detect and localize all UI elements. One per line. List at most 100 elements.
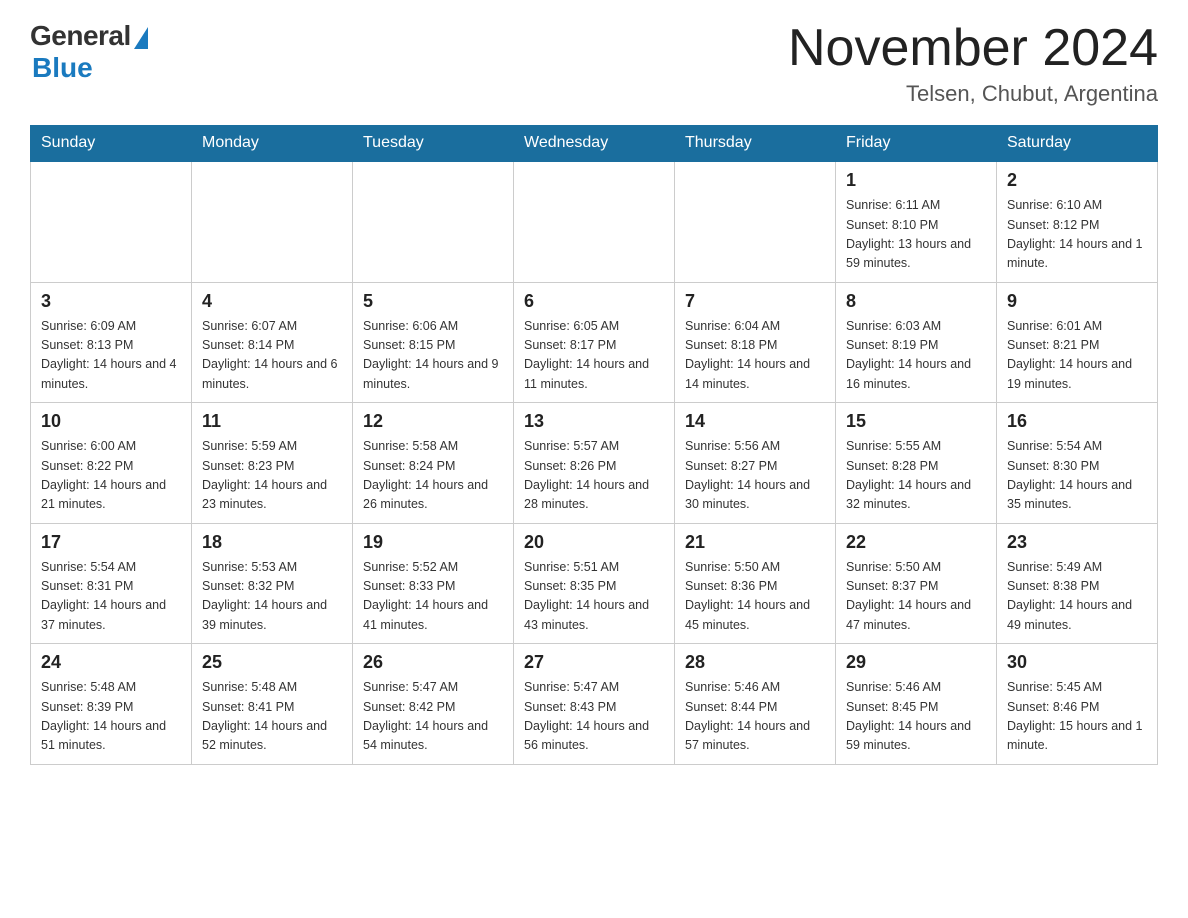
day-number: 21 xyxy=(685,532,825,553)
calendar-cell: 12 Sunrise: 5:58 AM Sunset: 8:24 PM Dayli… xyxy=(353,403,514,524)
day-info: Sunrise: 6:06 AM Sunset: 8:15 PM Dayligh… xyxy=(363,317,503,395)
weekday-header-saturday: Saturday xyxy=(997,126,1158,162)
weekday-header-friday: Friday xyxy=(836,126,997,162)
day-info: Sunrise: 6:09 AM Sunset: 8:13 PM Dayligh… xyxy=(41,317,181,395)
day-info: Sunrise: 6:03 AM Sunset: 8:19 PM Dayligh… xyxy=(846,317,986,395)
calendar-cell: 5Sunrise: 6:06 AM Sunset: 8:15 PM Daylig… xyxy=(353,282,514,403)
calendar-cell: 29 Sunrise: 5:46 AM Sunset: 8:45 PM Dayli… xyxy=(836,644,997,765)
calendar-cell: 9 Sunrise: 6:01 AM Sunset: 8:21 PM Daylig… xyxy=(997,282,1158,403)
day-info: Sunrise: 5:58 AM Sunset: 8:24 PM Dayligh… xyxy=(363,437,503,515)
logo: General Blue xyxy=(30,20,148,84)
day-info: Sunrise: 5:48 AM Sunset: 8:41 PM Dayligh… xyxy=(202,678,342,756)
calendar-cell: 23 Sunrise: 5:49 AM Sunset: 8:38 PM Dayli… xyxy=(997,523,1158,644)
calendar-cell: 11Sunrise: 5:59 AM Sunset: 8:23 PM Dayli… xyxy=(192,403,353,524)
day-number: 7 xyxy=(685,291,825,312)
calendar-cell: 16 Sunrise: 5:54 AM Sunset: 8:30 PM Dayli… xyxy=(997,403,1158,524)
calendar-cell: 26Sunrise: 5:47 AM Sunset: 8:42 PM Dayli… xyxy=(353,644,514,765)
day-number: 6 xyxy=(524,291,664,312)
day-number: 28 xyxy=(685,652,825,673)
calendar-cell: 1Sunrise: 6:11 AM Sunset: 8:10 PM Daylig… xyxy=(836,161,997,282)
day-number: 14 xyxy=(685,411,825,432)
day-number: 25 xyxy=(202,652,342,673)
day-info: Sunrise: 6:05 AM Sunset: 8:17 PM Dayligh… xyxy=(524,317,664,395)
calendar-cell: 7 Sunrise: 6:04 AM Sunset: 8:18 PM Daylig… xyxy=(675,282,836,403)
day-number: 12 xyxy=(363,411,503,432)
day-number: 22 xyxy=(846,532,986,553)
day-number: 17 xyxy=(41,532,181,553)
day-info: Sunrise: 6:07 AM Sunset: 8:14 PM Dayligh… xyxy=(202,317,342,395)
calendar-table: SundayMondayTuesdayWednesdayThursdayFrid… xyxy=(30,125,1158,765)
day-info: Sunrise: 5:47 AM Sunset: 8:42 PM Dayligh… xyxy=(363,678,503,756)
day-info: Sunrise: 5:45 AM Sunset: 8:46 PM Dayligh… xyxy=(1007,678,1147,756)
week-row-5: 24 Sunrise: 5:48 AM Sunset: 8:39 PM Dayli… xyxy=(31,644,1158,765)
calendar-cell: 19 Sunrise: 5:52 AM Sunset: 8:33 PM Dayli… xyxy=(353,523,514,644)
day-info: Sunrise: 5:53 AM Sunset: 8:32 PM Dayligh… xyxy=(202,558,342,636)
week-row-2: 3 Sunrise: 6:09 AM Sunset: 8:13 PM Daylig… xyxy=(31,282,1158,403)
day-number: 2 xyxy=(1007,170,1147,191)
day-info: Sunrise: 5:54 AM Sunset: 8:30 PM Dayligh… xyxy=(1007,437,1147,515)
day-number: 19 xyxy=(363,532,503,553)
weekday-header-monday: Monday xyxy=(192,126,353,162)
day-number: 18 xyxy=(202,532,342,553)
day-info: Sunrise: 5:52 AM Sunset: 8:33 PM Dayligh… xyxy=(363,558,503,636)
weekday-header-row: SundayMondayTuesdayWednesdayThursdayFrid… xyxy=(31,126,1158,162)
day-number: 24 xyxy=(41,652,181,673)
calendar-cell: 13 Sunrise: 5:57 AM Sunset: 8:26 PM Dayli… xyxy=(514,403,675,524)
calendar-cell: 20 Sunrise: 5:51 AM Sunset: 8:35 PM Dayli… xyxy=(514,523,675,644)
day-info: Sunrise: 5:57 AM Sunset: 8:26 PM Dayligh… xyxy=(524,437,664,515)
day-number: 30 xyxy=(1007,652,1147,673)
page-header: General Blue November 2024 Telsen, Chubu… xyxy=(30,20,1158,107)
day-info: Sunrise: 5:50 AM Sunset: 8:37 PM Dayligh… xyxy=(846,558,986,636)
day-number: 29 xyxy=(846,652,986,673)
day-number: 20 xyxy=(524,532,664,553)
calendar-cell xyxy=(31,161,192,282)
calendar-cell: 2Sunrise: 6:10 AM Sunset: 8:12 PM Daylig… xyxy=(997,161,1158,282)
weekday-header-thursday: Thursday xyxy=(675,126,836,162)
logo-triangle-icon xyxy=(134,27,148,49)
day-info: Sunrise: 5:46 AM Sunset: 8:44 PM Dayligh… xyxy=(685,678,825,756)
calendar-cell: 21Sunrise: 5:50 AM Sunset: 8:36 PM Dayli… xyxy=(675,523,836,644)
day-number: 23 xyxy=(1007,532,1147,553)
calendar-cell: 10Sunrise: 6:00 AM Sunset: 8:22 PM Dayli… xyxy=(31,403,192,524)
day-number: 9 xyxy=(1007,291,1147,312)
calendar-cell xyxy=(514,161,675,282)
day-info: Sunrise: 5:49 AM Sunset: 8:38 PM Dayligh… xyxy=(1007,558,1147,636)
calendar-cell: 6 Sunrise: 6:05 AM Sunset: 8:17 PM Daylig… xyxy=(514,282,675,403)
logo-general-text: General xyxy=(30,20,131,52)
day-number: 1 xyxy=(846,170,986,191)
day-info: Sunrise: 5:46 AM Sunset: 8:45 PM Dayligh… xyxy=(846,678,986,756)
day-number: 27 xyxy=(524,652,664,673)
day-info: Sunrise: 5:54 AM Sunset: 8:31 PM Dayligh… xyxy=(41,558,181,636)
title-section: November 2024 Telsen, Chubut, Argentina xyxy=(788,20,1158,107)
day-info: Sunrise: 5:47 AM Sunset: 8:43 PM Dayligh… xyxy=(524,678,664,756)
calendar-cell: 3 Sunrise: 6:09 AM Sunset: 8:13 PM Daylig… xyxy=(31,282,192,403)
day-info: Sunrise: 6:01 AM Sunset: 8:21 PM Dayligh… xyxy=(1007,317,1147,395)
weekday-header-tuesday: Tuesday xyxy=(353,126,514,162)
day-info: Sunrise: 5:59 AM Sunset: 8:23 PM Dayligh… xyxy=(202,437,342,515)
day-number: 8 xyxy=(846,291,986,312)
calendar-cell: 8 Sunrise: 6:03 AM Sunset: 8:19 PM Daylig… xyxy=(836,282,997,403)
location-title: Telsen, Chubut, Argentina xyxy=(788,81,1158,107)
day-number: 15 xyxy=(846,411,986,432)
calendar-cell: 22 Sunrise: 5:50 AM Sunset: 8:37 PM Dayli… xyxy=(836,523,997,644)
day-number: 4 xyxy=(202,291,342,312)
week-row-1: 1Sunrise: 6:11 AM Sunset: 8:10 PM Daylig… xyxy=(31,161,1158,282)
calendar-cell: 14Sunrise: 5:56 AM Sunset: 8:27 PM Dayli… xyxy=(675,403,836,524)
calendar-cell: 25 Sunrise: 5:48 AM Sunset: 8:41 PM Dayli… xyxy=(192,644,353,765)
month-title: November 2024 xyxy=(788,20,1158,77)
weekday-header-wednesday: Wednesday xyxy=(514,126,675,162)
day-number: 13 xyxy=(524,411,664,432)
day-info: Sunrise: 5:48 AM Sunset: 8:39 PM Dayligh… xyxy=(41,678,181,756)
day-info: Sunrise: 6:00 AM Sunset: 8:22 PM Dayligh… xyxy=(41,437,181,515)
day-info: Sunrise: 5:51 AM Sunset: 8:35 PM Dayligh… xyxy=(524,558,664,636)
calendar-cell: 28 Sunrise: 5:46 AM Sunset: 8:44 PM Dayli… xyxy=(675,644,836,765)
week-row-4: 17 Sunrise: 5:54 AM Sunset: 8:31 PM Dayli… xyxy=(31,523,1158,644)
calendar-cell: 17 Sunrise: 5:54 AM Sunset: 8:31 PM Dayli… xyxy=(31,523,192,644)
calendar-cell: 24 Sunrise: 5:48 AM Sunset: 8:39 PM Dayli… xyxy=(31,644,192,765)
day-number: 3 xyxy=(41,291,181,312)
day-info: Sunrise: 6:04 AM Sunset: 8:18 PM Dayligh… xyxy=(685,317,825,395)
calendar-cell: 4 Sunrise: 6:07 AM Sunset: 8:14 PM Daylig… xyxy=(192,282,353,403)
calendar-cell: 30 Sunrise: 5:45 AM Sunset: 8:46 PM Dayli… xyxy=(997,644,1158,765)
calendar-cell xyxy=(675,161,836,282)
day-number: 16 xyxy=(1007,411,1147,432)
